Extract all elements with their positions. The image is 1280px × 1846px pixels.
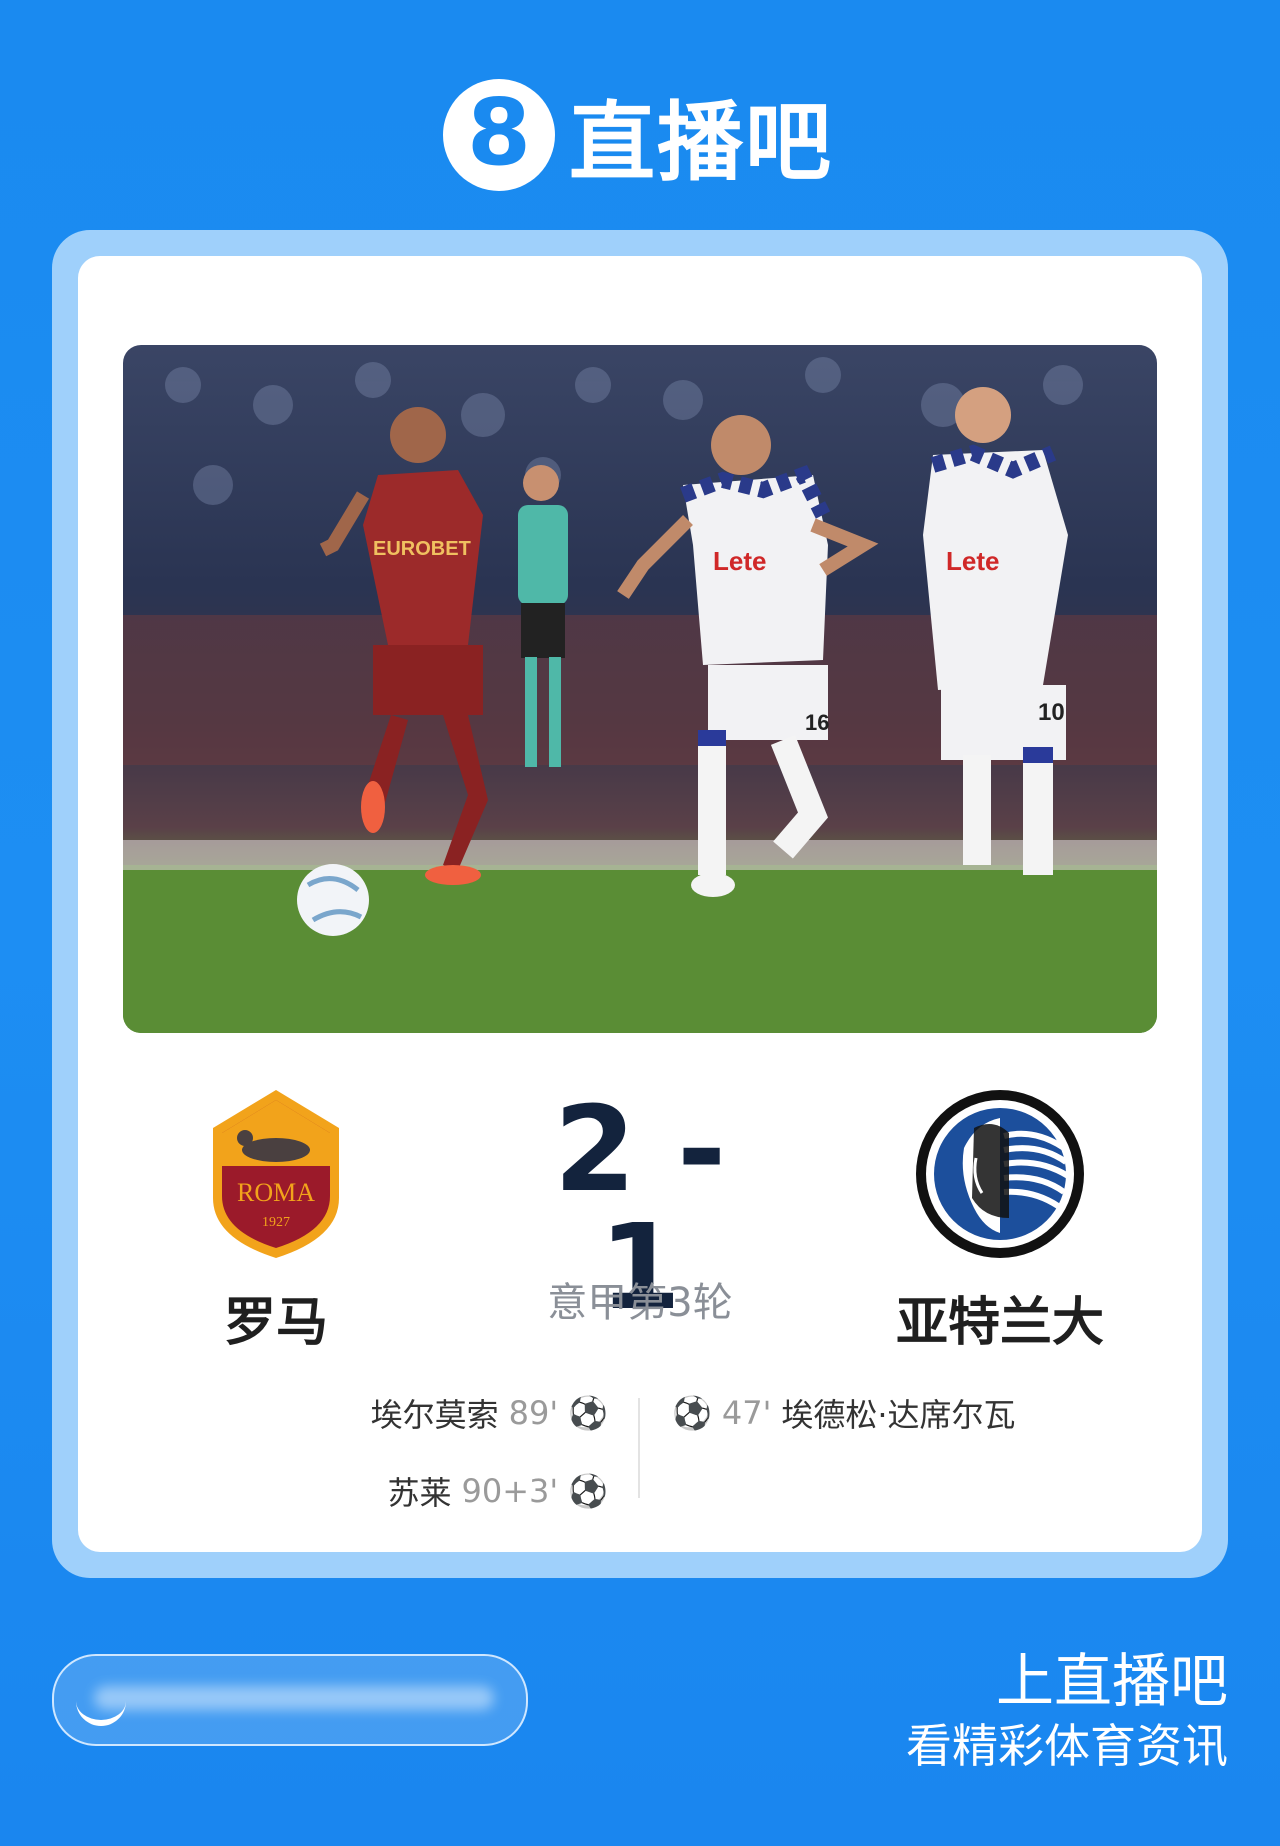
goal-minute: 89' — [508, 1394, 559, 1432]
crest-year-text: 1927 — [262, 1215, 290, 1230]
home-goal-event: 苏莱 90+3' ⚽ — [387, 1468, 608, 1514]
footer-title: 上直播吧 — [995, 1647, 1228, 1715]
atalanta-player-10-figure: Lete 10 — [923, 387, 1068, 875]
football-figure — [297, 864, 369, 936]
away-goal-event: ⚽ 47' 埃德松·达席尔瓦 — [672, 1390, 1016, 1436]
match-round: 意甲第3轮 — [547, 1280, 733, 1326]
svg-text:16: 16 — [805, 710, 829, 735]
match-photo: EUROBET Lete 16 Lete 10 — [123, 345, 1157, 1033]
away-team[interactable]: 亚特兰大 — [880, 1088, 1120, 1355]
svg-text:10: 10 — [1038, 699, 1065, 726]
football-icon: ⚽ — [672, 1394, 712, 1432]
svg-text:Lete: Lete — [713, 546, 766, 576]
home-team-name: 罗马 — [223, 1293, 328, 1353]
goal-player: 苏莱 — [387, 1474, 452, 1512]
brand-logo: 8 直播吧 — [443, 72, 833, 197]
away-team-name: 亚特兰大 — [895, 1293, 1104, 1353]
roma-crest-icon: ROMA 1927 — [213, 1090, 339, 1258]
footer-user-pill[interactable] — [52, 1654, 528, 1746]
goal-minute: 90+3' — [461, 1472, 559, 1510]
svg-text:EUROBET: EUROBET — [373, 538, 471, 560]
logo-8-icon: 8 — [443, 78, 555, 191]
goal-player: 埃尔莫索 — [370, 1396, 499, 1434]
home-team[interactable]: ROMA 1927 罗马 — [196, 1088, 356, 1355]
football-icon: ⚽ — [568, 1394, 608, 1432]
events-divider — [638, 1398, 640, 1498]
logo-mark: 8 — [466, 78, 531, 186]
blurred-username — [94, 1686, 494, 1710]
logo-text: 直播吧 — [569, 93, 833, 193]
goal-player: 埃德松·达席尔瓦 — [781, 1396, 1016, 1434]
goal-minute: 47' — [721, 1394, 772, 1432]
crest-roma-text: ROMA — [237, 1178, 315, 1207]
home-goal-event: 埃尔莫索 89' ⚽ — [371, 1390, 608, 1436]
footer-subtitle: 看精彩体育资讯 — [906, 1719, 1228, 1773]
svg-text:Lete: Lete — [946, 546, 999, 576]
football-icon: ⚽ — [568, 1472, 608, 1510]
atalanta-crest-icon — [916, 1090, 1084, 1258]
